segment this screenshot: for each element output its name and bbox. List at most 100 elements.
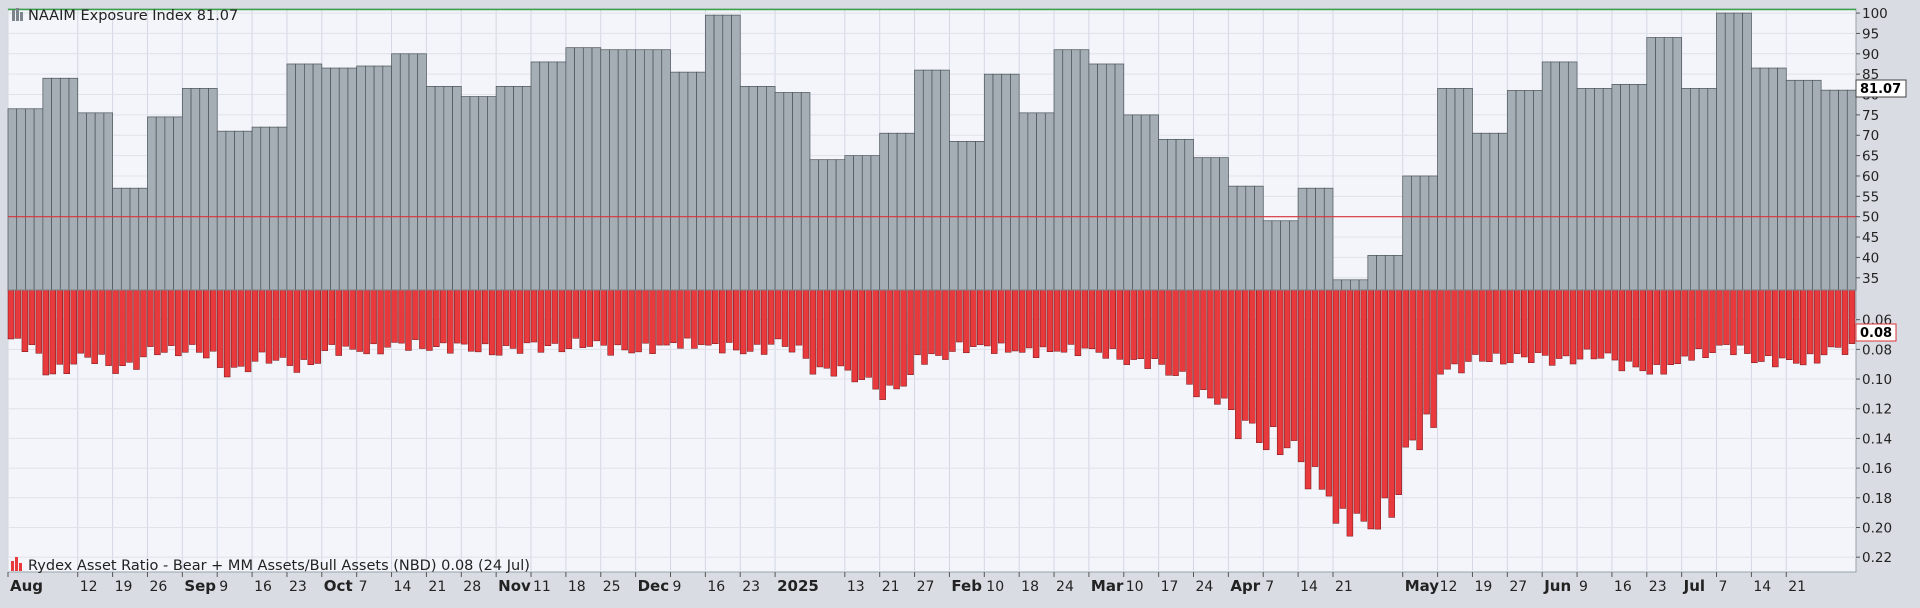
naaim-bar	[1472, 132, 1508, 291]
rydex-bar-segment	[1081, 289, 1089, 349]
naaim-bar-segment	[1724, 12, 1735, 291]
naaim-bar-segment	[365, 65, 375, 291]
rydex-bar	[42, 289, 77, 376]
x-tick-label: May	[1405, 577, 1440, 595]
naaim-bar-segment	[748, 86, 759, 291]
naaim-bar	[809, 159, 846, 291]
rydex-bar-segment	[886, 289, 893, 386]
bottom-y-tick-label: 0.08	[1862, 342, 1892, 358]
rydex-bar-segment	[335, 289, 342, 356]
rydex-bar-segment	[1611, 289, 1619, 361]
rydex-bar	[1646, 289, 1681, 375]
rydex-bar-segment	[837, 289, 845, 367]
rydex-bar-segment	[1569, 289, 1577, 365]
naaim-bar-segment	[1175, 138, 1186, 291]
rydex-bar-segment	[1018, 289, 1026, 353]
naaim-bar-segment	[1419, 175, 1430, 291]
rydex-bar-segment	[1276, 289, 1284, 456]
rydex-bar-segment	[858, 289, 865, 380]
rydex-bar-segment	[1193, 289, 1200, 398]
rydex-bar-segment	[1437, 289, 1444, 375]
naaim-bar-segment	[112, 187, 122, 291]
rydex-bar-segment	[481, 289, 489, 345]
rydex-bar-segment	[1165, 289, 1172, 376]
naaim-bar-segment	[478, 96, 488, 291]
naaim-bar-segment	[1018, 112, 1029, 291]
rydex-bar-segment	[502, 289, 510, 346]
rydex-bar-segment	[907, 289, 914, 375]
naaim-bar-segment	[225, 130, 235, 291]
rydex-bar-segment	[1660, 289, 1667, 375]
rydex-bar-segment	[1695, 289, 1702, 350]
rydex-bar-segment	[830, 289, 838, 377]
rydex-bar-segment	[1200, 289, 1207, 390]
rydex-bar-segment	[196, 289, 203, 353]
naaim-bar-segment	[940, 69, 950, 291]
rydex-bar-segment	[154, 289, 161, 356]
naaim-bar-segment	[460, 96, 471, 291]
naaim-bar	[1332, 279, 1369, 291]
naaim-bar-segment	[1071, 49, 1081, 291]
rydex-bar-segment	[1242, 289, 1249, 421]
naaim-bar	[1402, 175, 1438, 291]
naaim-bar-segment	[1559, 61, 1569, 291]
rydex-bar-segment	[788, 289, 796, 353]
naaim-bar-segment	[260, 126, 270, 291]
naaim-bar	[844, 155, 881, 291]
rydex-bar-segment	[1472, 289, 1479, 355]
naaim-bar-segment	[51, 77, 61, 291]
naaim-bar-segment	[643, 49, 654, 291]
rydex-bar-segment	[1025, 289, 1033, 349]
naaim-bar-segment	[1733, 12, 1744, 291]
naaim-bar	[286, 63, 323, 291]
rydex-bar-segment	[1046, 289, 1054, 353]
naaim-bar-segment	[818, 159, 828, 291]
top-y-tick-label: 70	[1862, 128, 1879, 144]
naaim-bar	[600, 49, 636, 291]
x-tick-label: 21	[1788, 579, 1806, 595]
naaim-bar-segment	[321, 67, 331, 291]
x-tick-label: 7	[359, 579, 368, 595]
rydex-bar-segment	[1688, 289, 1695, 361]
rydex-bar-segment	[244, 289, 252, 373]
naaim-bar-segment	[1716, 12, 1726, 291]
naaim-bar-segment	[1132, 114, 1142, 291]
rydex-bar-segment	[544, 289, 552, 346]
rydex-bar-segment	[1562, 289, 1570, 357]
naaim-bar	[565, 47, 602, 291]
naaim-bar	[1506, 90, 1543, 291]
naaim-bar-segment	[1637, 83, 1648, 291]
naaim-bar-segment	[1280, 220, 1290, 291]
rydex-bar-segment	[1339, 289, 1347, 509]
naaim-bar-segment	[1602, 88, 1613, 291]
rydex-bar-segment	[1779, 289, 1786, 359]
rydex-bar-segment	[1813, 289, 1821, 364]
rydex-bar-segment	[1214, 289, 1221, 405]
naaim-bar-segment	[251, 126, 262, 291]
rydex-bar-segment	[265, 289, 273, 364]
x-tick-label: 10	[1126, 579, 1144, 595]
rydex-bar-segment	[1256, 289, 1263, 443]
rydex-bar-segment	[1653, 289, 1660, 365]
naaim-bar-segment	[687, 71, 697, 291]
rydex-bar-segment	[1709, 289, 1716, 353]
naaim-bar-segment	[417, 53, 427, 291]
rydex-bar-segment	[1702, 289, 1709, 358]
naaim-bar	[42, 77, 79, 291]
naaim-bar-segment	[1289, 220, 1299, 291]
naaim-bar-segment	[1533, 90, 1543, 291]
naaim-bar-segment	[774, 92, 785, 291]
rydex-bar-segment	[1151, 289, 1158, 359]
x-tick-label: 27	[1509, 579, 1527, 595]
rydex-bar-segment	[753, 289, 761, 345]
x-tick-label: 11	[533, 579, 551, 595]
rydex-bar-segment	[405, 289, 412, 351]
naaim-bar-segment	[574, 47, 584, 291]
naaim-bar-segment	[879, 132, 889, 291]
naaim-bar-segment	[216, 130, 227, 291]
rydex-bar-segment	[844, 289, 852, 371]
naaim-bar-segment	[1167, 138, 1177, 291]
rydex-bar-segment	[321, 289, 328, 351]
rydex-bar-segment	[488, 289, 496, 356]
x-tick-label: 24	[1196, 579, 1214, 595]
